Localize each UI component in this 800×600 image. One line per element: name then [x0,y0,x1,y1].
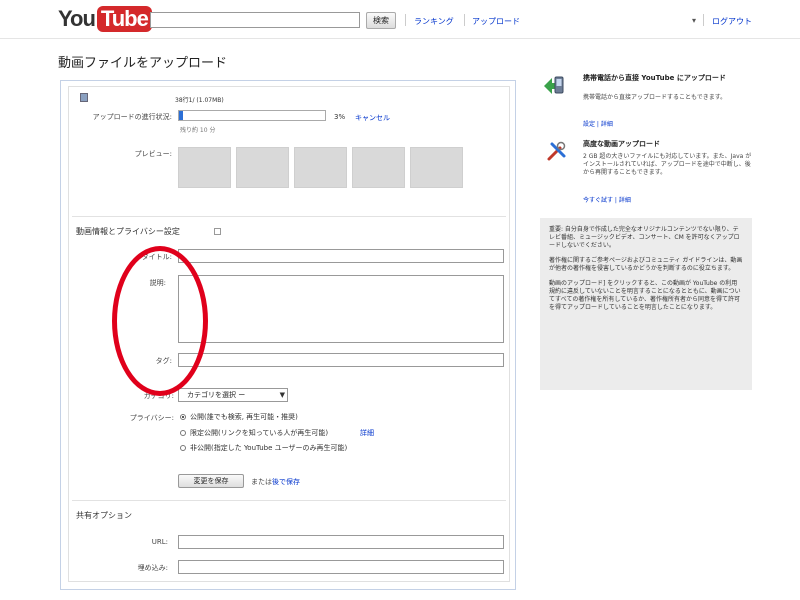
embed-field[interactable] [178,560,504,574]
user-menu-arrow-icon[interactable]: ▾ [692,16,696,25]
save-changes-button[interactable]: 変更を保存 [178,474,244,488]
logout-link[interactable]: ログアウト [712,16,752,27]
ranking-link[interactable]: ランキング [414,16,454,27]
annotation-ellipse [112,246,208,396]
privacy-unlisted-radio[interactable] [180,430,186,436]
search-button[interactable]: 検索 [366,12,396,29]
progress-percent: 3% [334,113,346,121]
file-name: 38行1/ (1.07MB) [175,97,224,104]
embed-label: 埋め込み: [137,564,168,572]
privacy-private-radio[interactable] [180,445,186,451]
title-input[interactable] [178,249,504,263]
preview-thumbnail [294,147,347,188]
advanced-upload-title: 高度な動画アップロード [583,140,660,148]
youtube-logo[interactable]: You Tube [58,6,152,32]
help-icon[interactable] [214,228,221,235]
privacy-unlisted-text: 限定公開(リンクを知っている人が再生可能) [190,429,329,437]
section-divider [72,500,506,501]
description-textarea[interactable] [178,275,504,343]
file-icon [80,93,88,102]
privacy-private-text: 非公開(指定した YouTube ユーザーのみ再生可能) [190,444,348,452]
header-separator [703,14,704,26]
header-separator [464,14,465,26]
mobile-upload-icon [540,74,566,100]
page-title: 動画ファイルをアップロード [58,56,228,71]
or-text: または [251,478,272,486]
advanced-upload-links[interactable]: 今すぐ試す | 詳細 [583,195,631,204]
time-remaining: 残り約 10 分 [180,127,216,134]
advanced-upload-icon [546,140,568,164]
privacy-public-radio[interactable] [180,414,186,420]
save-later-link[interactable]: 後で保存 [272,477,300,487]
copyright-notice-box: 重要: 自分自身で作成した完全なオリジナルコンテンツでない限り、テレビ番組、ミュ… [540,218,752,390]
search-input[interactable] [150,12,360,28]
upload-progress-fill [179,111,184,120]
share-options-heading: 共有オプション [76,511,132,520]
progress-label: アップロードの進行状況: [92,113,172,121]
logo-you-text: You [58,6,96,31]
section-divider [72,216,506,217]
mobile-upload-links[interactable]: 設定 | 詳細 [583,119,613,128]
url-field[interactable] [178,535,504,549]
header-separator [405,14,406,26]
privacy-label: プライバシー: [129,414,174,422]
category-select[interactable]: カテゴリを選択 ー ▼ [178,388,288,402]
advanced-upload-body: 2 GB 超の大きいファイルにも対応しています。また、Java がインストールさ… [583,153,752,176]
mobile-upload-title: 携帯電話から直接 YouTube にアップロード [583,74,726,82]
cancel-upload-link[interactable]: キャンセル [355,113,390,123]
upload-link[interactable]: アップロード [472,16,520,27]
preview-thumbnail [236,147,289,188]
preview-thumbnail [410,147,463,188]
dropdown-arrow-icon: ▼ [279,391,285,399]
header-divider [0,38,800,39]
logo-tube-text: Tube [96,6,152,32]
url-label: URL: [151,538,168,546]
mobile-upload-body: 携帯電話から直接アップロードすることもできます。 [583,94,727,101]
notice-important: 重要: 自分自身で作成した完全なオリジナルコンテンツでない限り、テレビ番組、ミュ… [549,226,740,249]
notice-terms: 動画のアップロード] をクリックすると、この動画が YouTube の利用規約に… [549,280,741,311]
preview-thumbnail [352,147,405,188]
preview-thumbnail [178,147,231,188]
upload-progress-bar [178,110,326,121]
notice-guidelines: 著作権に関するご参考ページおよびコミュニティ ガイドラインは、動画が他者の著作権… [549,257,743,272]
video-info-heading: 動画情報とプライバシー設定 [76,227,180,236]
privacy-public-text: 公開(誰でも検索, 再生可能・推奨) [190,413,298,421]
tags-input[interactable] [178,353,504,367]
category-select-value: カテゴリを選択 ー [187,391,246,399]
privacy-unlisted-details-link[interactable]: 詳細 [360,428,374,438]
preview-label: プレビュー: [134,150,172,158]
